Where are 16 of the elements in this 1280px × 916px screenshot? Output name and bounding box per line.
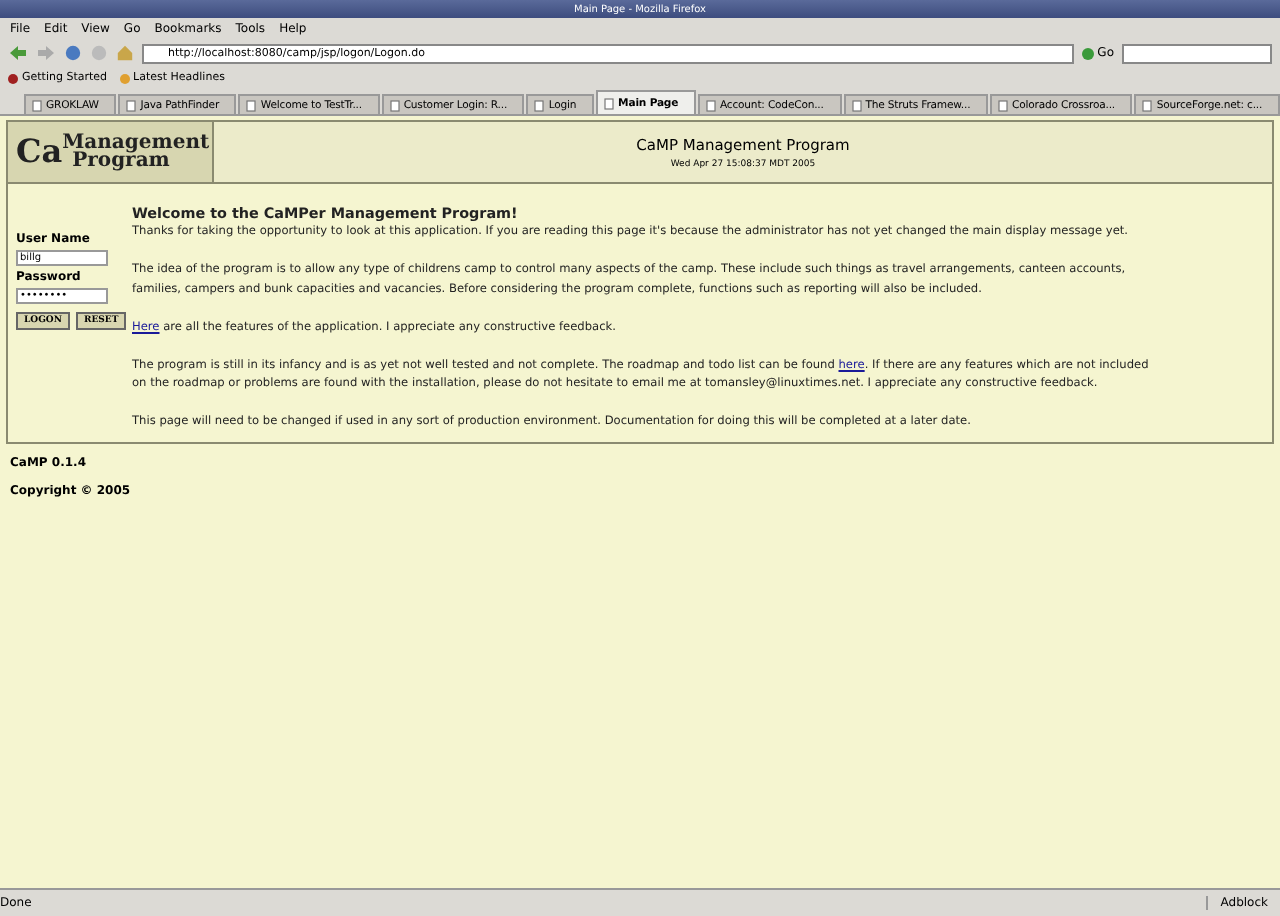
page-icon <box>32 99 42 111</box>
page-icon <box>1142 99 1153 111</box>
bookmark-icon <box>8 73 18 83</box>
page-icon <box>705 99 716 111</box>
bookmark-icon <box>119 73 130 83</box>
forward-arrow-icon[interactable] <box>36 44 56 62</box>
page-icon <box>389 99 400 111</box>
search-field[interactable] <box>1122 43 1272 63</box>
page-icon <box>851 99 862 111</box>
back-arrow-icon[interactable] <box>8 44 28 62</box>
page-icon <box>246 99 257 111</box>
page-icon <box>126 99 137 111</box>
home-icon[interactable] <box>116 44 134 62</box>
page-icon <box>998 99 1009 111</box>
page-icon <box>534 99 545 111</box>
page-icon <box>604 97 615 109</box>
